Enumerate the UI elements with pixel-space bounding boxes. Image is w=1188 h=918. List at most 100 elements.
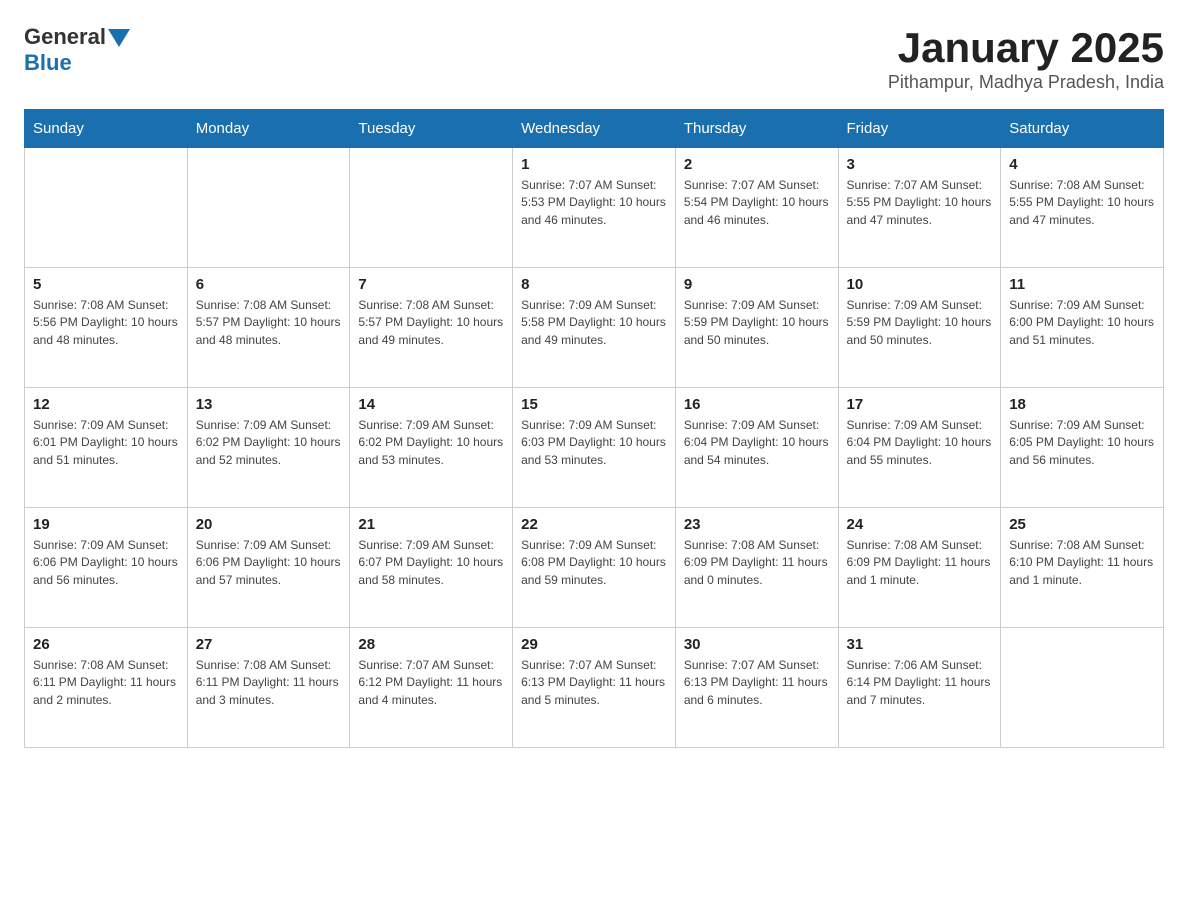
day-info: Sunrise: 7:08 AM Sunset: 6:11 PM Dayligh… (33, 657, 179, 709)
day-info: Sunrise: 7:08 AM Sunset: 6:09 PM Dayligh… (684, 537, 830, 589)
calendar-day-cell: 10 Sunrise: 7:09 AM Sunset: 5:59 PM Dayli… (838, 268, 1001, 388)
calendar-day-cell (1001, 628, 1164, 748)
day-number: 3 (847, 156, 993, 173)
day-number: 7 (358, 276, 504, 293)
day-number: 1 (521, 156, 667, 173)
day-number: 2 (684, 156, 830, 173)
calendar-day-cell: 18 Sunrise: 7:09 AM Sunset: 6:05 PM Dayli… (1001, 388, 1164, 508)
day-info: Sunrise: 7:06 AM Sunset: 6:14 PM Dayligh… (847, 657, 993, 709)
day-of-week-header: Sunday (25, 110, 188, 148)
calendar-day-cell: 11Sunrise: 7:09 AM Sunset: 6:00 PM Dayli… (1001, 268, 1164, 388)
logo-blue-text: Blue (24, 50, 72, 75)
calendar-day-cell (25, 148, 188, 268)
day-number: 8 (521, 276, 667, 293)
calendar-day-cell: 7 Sunrise: 7:08 AM Sunset: 5:57 PM Daylig… (350, 268, 513, 388)
day-number: 28 (358, 636, 504, 653)
day-info: Sunrise: 7:07 AM Sunset: 6:13 PM Dayligh… (684, 657, 830, 709)
calendar-day-cell: 16 Sunrise: 7:09 AM Sunset: 6:04 PM Dayli… (675, 388, 838, 508)
day-info: Sunrise: 7:08 AM Sunset: 6:09 PM Dayligh… (847, 537, 993, 589)
calendar-day-cell: 12 Sunrise: 7:09 AM Sunset: 6:01 PM Dayli… (25, 388, 188, 508)
day-of-week-header: Tuesday (350, 110, 513, 148)
day-number: 14 (358, 396, 504, 413)
day-of-week-header: Saturday (1001, 110, 1164, 148)
logo: General Blue (24, 24, 130, 76)
calendar-day-cell: 22Sunrise: 7:09 AM Sunset: 6:08 PM Dayli… (513, 508, 676, 628)
calendar-header-row: SundayMondayTuesdayWednesdayThursdayFrid… (25, 110, 1164, 148)
calendar-day-cell: 19 Sunrise: 7:09 AM Sunset: 6:06 PM Dayli… (25, 508, 188, 628)
day-info: Sunrise: 7:08 AM Sunset: 5:56 PM Dayligh… (33, 297, 179, 349)
location-label: Pithampur, Madhya Pradesh, India (888, 72, 1164, 93)
day-number: 29 (521, 636, 667, 653)
calendar-day-cell: 31Sunrise: 7:06 AM Sunset: 6:14 PM Dayli… (838, 628, 1001, 748)
day-number: 4 (1009, 156, 1155, 173)
calendar-day-cell: 25Sunrise: 7:08 AM Sunset: 6:10 PM Dayli… (1001, 508, 1164, 628)
day-info: Sunrise: 7:09 AM Sunset: 6:04 PM Dayligh… (847, 417, 993, 469)
day-of-week-header: Friday (838, 110, 1001, 148)
page-header: General Blue January 2025 Pithampur, Mad… (24, 24, 1164, 93)
day-info: Sunrise: 7:08 AM Sunset: 6:10 PM Dayligh… (1009, 537, 1155, 589)
day-info: Sunrise: 7:08 AM Sunset: 5:55 PM Dayligh… (1009, 177, 1155, 229)
calendar-day-cell: 26 Sunrise: 7:08 AM Sunset: 6:11 PM Dayli… (25, 628, 188, 748)
day-of-week-header: Wednesday (513, 110, 676, 148)
day-number: 19 (33, 516, 179, 533)
calendar-week-row: 12 Sunrise: 7:09 AM Sunset: 6:01 PM Dayli… (25, 388, 1164, 508)
logo-triangle-icon (108, 29, 130, 47)
day-info: Sunrise: 7:07 AM Sunset: 6:12 PM Dayligh… (358, 657, 504, 709)
calendar-day-cell (187, 148, 350, 268)
day-number: 21 (358, 516, 504, 533)
day-number: 11 (1009, 276, 1155, 293)
day-number: 17 (847, 396, 993, 413)
calendar-day-cell: 5 Sunrise: 7:08 AM Sunset: 5:56 PM Daylig… (25, 268, 188, 388)
day-info: Sunrise: 7:09 AM Sunset: 5:58 PM Dayligh… (521, 297, 667, 349)
month-title: January 2025 (888, 24, 1164, 72)
day-number: 13 (196, 396, 342, 413)
day-info: Sunrise: 7:09 AM Sunset: 6:05 PM Dayligh… (1009, 417, 1155, 469)
day-number: 12 (33, 396, 179, 413)
day-info: Sunrise: 7:08 AM Sunset: 6:11 PM Dayligh… (196, 657, 342, 709)
day-number: 18 (1009, 396, 1155, 413)
day-number: 16 (684, 396, 830, 413)
calendar-day-cell: 17 Sunrise: 7:09 AM Sunset: 6:04 PM Dayli… (838, 388, 1001, 508)
calendar-day-cell: 8 Sunrise: 7:09 AM Sunset: 5:58 PM Daylig… (513, 268, 676, 388)
calendar-day-cell: 21Sunrise: 7:09 AM Sunset: 6:07 PM Dayli… (350, 508, 513, 628)
day-number: 20 (196, 516, 342, 533)
day-info: Sunrise: 7:09 AM Sunset: 6:08 PM Dayligh… (521, 537, 667, 589)
calendar-day-cell: 4 Sunrise: 7:08 AM Sunset: 5:55 PM Daylig… (1001, 148, 1164, 268)
calendar-table: SundayMondayTuesdayWednesdayThursdayFrid… (24, 109, 1164, 748)
day-info: Sunrise: 7:09 AM Sunset: 6:01 PM Dayligh… (33, 417, 179, 469)
day-info: Sunrise: 7:08 AM Sunset: 5:57 PM Dayligh… (358, 297, 504, 349)
day-info: Sunrise: 7:07 AM Sunset: 5:54 PM Dayligh… (684, 177, 830, 229)
day-number: 27 (196, 636, 342, 653)
day-of-week-header: Thursday (675, 110, 838, 148)
calendar-day-cell: 1 Sunrise: 7:07 AM Sunset: 5:53 PM Daylig… (513, 148, 676, 268)
day-info: Sunrise: 7:09 AM Sunset: 6:04 PM Dayligh… (684, 417, 830, 469)
calendar-day-cell: 6Sunrise: 7:08 AM Sunset: 5:57 PM Daylig… (187, 268, 350, 388)
day-info: Sunrise: 7:09 AM Sunset: 6:02 PM Dayligh… (358, 417, 504, 469)
calendar-day-cell: 20Sunrise: 7:09 AM Sunset: 6:06 PM Dayli… (187, 508, 350, 628)
day-number: 10 (847, 276, 993, 293)
day-number: 23 (684, 516, 830, 533)
day-info: Sunrise: 7:07 AM Sunset: 5:55 PM Dayligh… (847, 177, 993, 229)
calendar-day-cell: 23 Sunrise: 7:08 AM Sunset: 6:09 PM Dayli… (675, 508, 838, 628)
calendar-day-cell: 30 Sunrise: 7:07 AM Sunset: 6:13 PM Dayli… (675, 628, 838, 748)
calendar-day-cell: 24 Sunrise: 7:08 AM Sunset: 6:09 PM Dayli… (838, 508, 1001, 628)
day-info: Sunrise: 7:09 AM Sunset: 5:59 PM Dayligh… (684, 297, 830, 349)
calendar-day-cell: 29 Sunrise: 7:07 AM Sunset: 6:13 PM Dayli… (513, 628, 676, 748)
day-number: 5 (33, 276, 179, 293)
day-number: 9 (684, 276, 830, 293)
calendar-day-cell: 13 Sunrise: 7:09 AM Sunset: 6:02 PM Dayli… (187, 388, 350, 508)
calendar-day-cell: 2 Sunrise: 7:07 AM Sunset: 5:54 PM Daylig… (675, 148, 838, 268)
day-number: 6 (196, 276, 342, 293)
day-info: Sunrise: 7:09 AM Sunset: 6:06 PM Dayligh… (33, 537, 179, 589)
calendar-day-cell: 9 Sunrise: 7:09 AM Sunset: 5:59 PM Daylig… (675, 268, 838, 388)
calendar-day-cell (350, 148, 513, 268)
calendar-week-row: 1 Sunrise: 7:07 AM Sunset: 5:53 PM Daylig… (25, 148, 1164, 268)
calendar-day-cell: 27 Sunrise: 7:08 AM Sunset: 6:11 PM Dayli… (187, 628, 350, 748)
day-info: Sunrise: 7:09 AM Sunset: 6:02 PM Dayligh… (196, 417, 342, 469)
day-info: Sunrise: 7:07 AM Sunset: 5:53 PM Dayligh… (521, 177, 667, 229)
day-info: Sunrise: 7:07 AM Sunset: 6:13 PM Dayligh… (521, 657, 667, 709)
day-number: 30 (684, 636, 830, 653)
day-info: Sunrise: 7:09 AM Sunset: 5:59 PM Dayligh… (847, 297, 993, 349)
day-number: 24 (847, 516, 993, 533)
day-number: 26 (33, 636, 179, 653)
